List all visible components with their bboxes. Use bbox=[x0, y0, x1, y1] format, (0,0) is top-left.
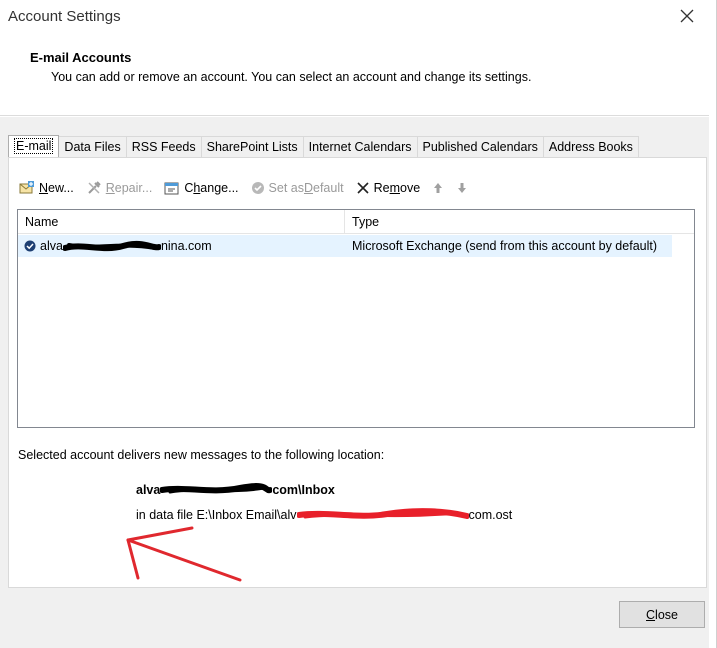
list-header: Name Type bbox=[18, 210, 694, 234]
data-file-redaction bbox=[296, 508, 469, 522]
new-account-icon bbox=[19, 181, 34, 194]
tab-rss-feeds[interactable]: RSS Feeds bbox=[125, 136, 202, 157]
tab-email[interactable]: E-mail bbox=[8, 135, 60, 157]
tab-sharepoint-lists[interactable]: SharePoint Lists bbox=[200, 136, 304, 157]
dialog-header: E-mail Accounts You can add or remove an… bbox=[0, 34, 709, 116]
tab-published-calendars[interactable]: Published Calendars bbox=[416, 136, 544, 157]
data-file-path: in data file E:\Inbox Email\alv com.ost bbox=[136, 508, 513, 522]
move-up-icon[interactable] bbox=[432, 181, 444, 195]
set-as-default-button[interactable]: Set as Default bbox=[251, 181, 344, 195]
account-settings-dialog: Account Settings E-mail Accounts You can… bbox=[0, 0, 717, 648]
account-type-cell: Microsoft Exchange (send from this accou… bbox=[352, 239, 658, 253]
title-bar: Account Settings bbox=[0, 0, 717, 34]
move-down-icon[interactable] bbox=[456, 181, 468, 195]
repair-button[interactable]: Repair... bbox=[86, 180, 152, 196]
change-settings-icon bbox=[164, 182, 179, 195]
email-tab-panel: New... Repair... Ch ange... Set as D efa… bbox=[8, 157, 707, 588]
window-title: Account Settings bbox=[8, 8, 121, 25]
account-name-start: alva bbox=[40, 239, 63, 253]
account-name-end: nina.com bbox=[160, 239, 212, 253]
header-subtitle: You can add or remove an account. You ca… bbox=[51, 70, 532, 84]
tab-address-books[interactable]: Address Books bbox=[542, 136, 639, 157]
change-button[interactable]: Ch ange... bbox=[164, 180, 239, 196]
account-row[interactable]: alva nina.com Microsoft Exchange (send f… bbox=[18, 235, 672, 257]
remove-x-icon bbox=[357, 182, 369, 194]
delivery-location: alva com\Inbox bbox=[136, 483, 335, 497]
close-icon[interactable] bbox=[677, 6, 697, 26]
tab-strip: E-mail Data Files RSS Feeds SharePoint L… bbox=[8, 135, 639, 158]
dialog-body: E-mail Data Files RSS Feeds SharePoint L… bbox=[0, 117, 709, 648]
close-button[interactable]: Close bbox=[619, 601, 705, 628]
delivery-label: Selected account delivers new messages t… bbox=[18, 448, 385, 462]
header-title: E-mail Accounts bbox=[30, 50, 132, 65]
account-name-redaction bbox=[62, 240, 161, 252]
tab-internet-calendars[interactable]: Internet Calendars bbox=[302, 136, 418, 157]
toolbar: New... Repair... Ch ange... Set as D efa… bbox=[19, 178, 468, 198]
check-circle-icon bbox=[251, 182, 264, 194]
column-header-name[interactable]: Name bbox=[18, 210, 345, 233]
default-account-check-icon bbox=[24, 240, 36, 252]
new-button[interactable]: New... bbox=[19, 180, 74, 196]
tab-data-files[interactable]: Data Files bbox=[58, 136, 127, 157]
location-redaction bbox=[160, 483, 273, 497]
column-header-type[interactable]: Type bbox=[345, 210, 694, 233]
accounts-list[interactable]: Name Type alva nina.com Microsoft Exchan… bbox=[17, 209, 695, 428]
remove-button[interactable]: Re m ove bbox=[356, 181, 420, 195]
account-name-cell: alva nina.com bbox=[18, 235, 345, 257]
repair-icon bbox=[88, 181, 101, 194]
